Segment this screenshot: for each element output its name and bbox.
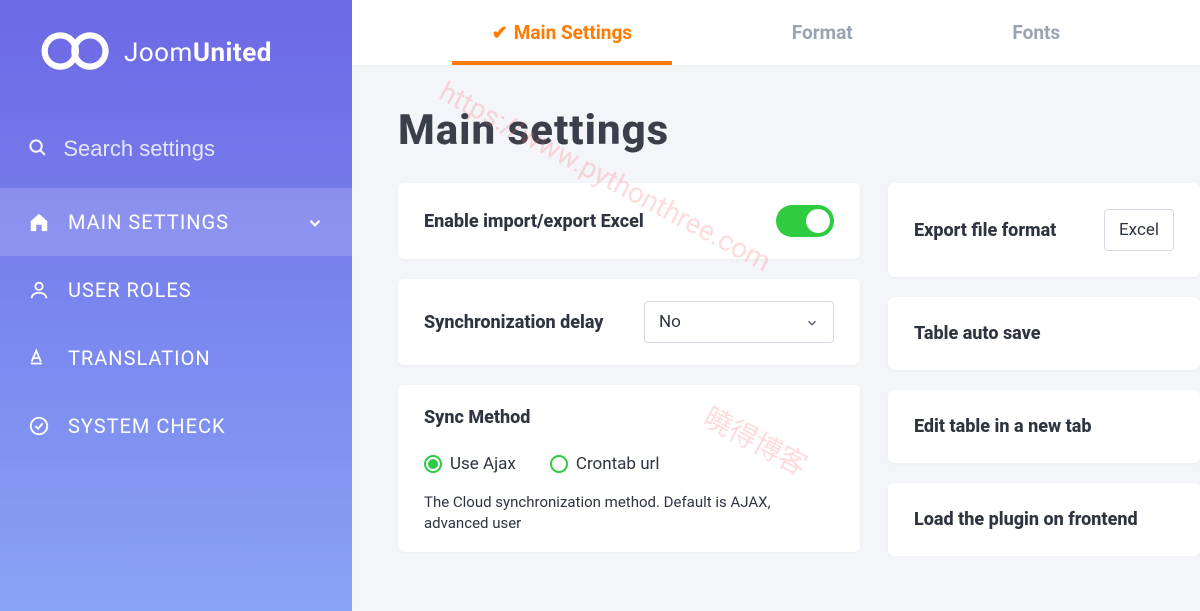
- setting-description: The Cloud synchronization method. Defaul…: [424, 492, 834, 534]
- content: Main settings Enable import/export Excel…: [352, 66, 1200, 556]
- setting-label: Load the plugin on frontend: [914, 509, 1138, 530]
- card-table-autosave: Table auto save: [888, 297, 1200, 370]
- tab-bar: ✔Main Settings Format Fonts: [352, 0, 1200, 66]
- toggle-import-export[interactable]: [776, 205, 834, 237]
- search-container: [0, 120, 352, 188]
- sidebar-item-label: USER ROLES: [68, 278, 192, 302]
- user-icon: [28, 279, 50, 301]
- tab-format[interactable]: Format: [782, 1, 863, 64]
- card-edit-new-tab: Edit table in a new tab: [888, 390, 1200, 463]
- radio-icon: [424, 455, 442, 473]
- sidebar-item-label: SYSTEM CHECK: [68, 414, 226, 438]
- card-export-format: Export file format Excel: [888, 183, 1200, 277]
- sidebar-item-label: TRANSLATION: [68, 346, 211, 370]
- sidebar-item-main-settings[interactable]: MAIN SETTINGS: [0, 188, 352, 256]
- check-icon: ✔: [492, 21, 508, 44]
- select-export-format[interactable]: Excel: [1104, 209, 1174, 251]
- tab-fonts[interactable]: Fonts: [1002, 1, 1070, 64]
- page-title: Main settings: [398, 106, 1200, 155]
- setting-label: Sync Method: [424, 407, 834, 428]
- brand-name: JoomUnited: [124, 38, 272, 68]
- select-sync-delay[interactable]: No: [644, 301, 834, 343]
- card-load-frontend: Load the plugin on frontend: [888, 483, 1200, 556]
- radio-crontab-url[interactable]: Crontab url: [550, 454, 660, 474]
- search-icon: [28, 138, 47, 160]
- sidebar-item-label: MAIN SETTINGS: [68, 210, 229, 234]
- setting-label: Enable import/export Excel: [424, 211, 644, 232]
- setting-label: Table auto save: [914, 323, 1041, 344]
- sidebar-item-translation[interactable]: TRANSLATION: [0, 324, 352, 392]
- chevron-down-icon: [306, 213, 324, 231]
- translate-icon: [28, 347, 50, 369]
- search-input[interactable]: [63, 136, 324, 162]
- card-sync-delay: Synchronization delay No: [398, 279, 860, 365]
- brand-logo: JoomUnited: [0, 26, 352, 120]
- setting-label: Export file format: [914, 220, 1056, 241]
- sidebar: JoomUnited MAIN SETTINGS USER ROLES: [0, 0, 352, 611]
- home-icon: [28, 211, 50, 233]
- chevron-down-icon: [805, 315, 819, 329]
- tab-main-settings[interactable]: ✔Main Settings: [482, 1, 642, 64]
- card-enable-import-export: Enable import/export Excel: [398, 183, 860, 259]
- setting-label: Synchronization delay: [424, 312, 604, 333]
- setting-label: Edit table in a new tab: [914, 416, 1091, 437]
- radio-use-ajax[interactable]: Use Ajax: [424, 454, 516, 474]
- check-circle-icon: [28, 415, 50, 437]
- brand-logo-icon: [40, 26, 118, 80]
- main: ✔Main Settings Format Fonts Main setting…: [352, 0, 1200, 611]
- sidebar-item-user-roles[interactable]: USER ROLES: [0, 256, 352, 324]
- card-sync-method: Sync Method Use Ajax Crontab url The: [398, 385, 860, 552]
- radio-icon: [550, 455, 568, 473]
- sidebar-item-system-check[interactable]: SYSTEM CHECK: [0, 392, 352, 460]
